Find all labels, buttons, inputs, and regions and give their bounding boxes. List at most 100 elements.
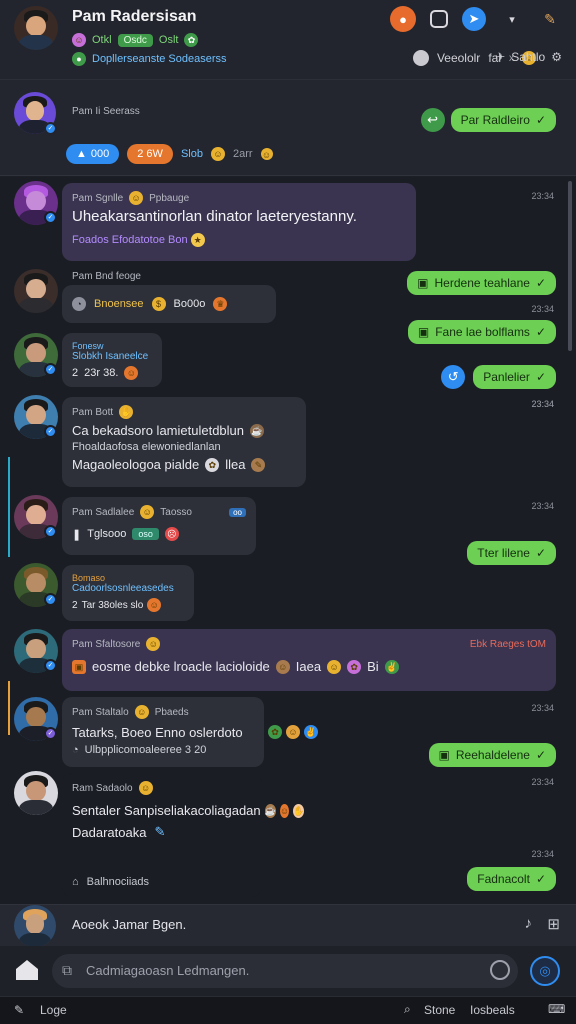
outgoing-bubble[interactable]: ▣ Fane lae bolflams ✓ xyxy=(407,320,556,344)
file-icon: ▣ xyxy=(438,748,450,762)
message-time: 23:34 xyxy=(531,849,554,859)
blue-tag[interactable]: oo xyxy=(229,507,246,517)
profile-icon[interactable]: ● xyxy=(390,6,416,32)
gear-icon[interactable]: ⚙ xyxy=(551,50,562,64)
message-text: ▣ eosme debke lroacle lacioloide ☺ Iaea … xyxy=(72,659,546,674)
message-bubble[interactable]: Pam Sadlalee ☺ Taosso oo ❚ Tglsooo oso ☹ xyxy=(62,497,256,555)
message-bubble[interactable]: Fonesw Slobkh Isaneelce 2 23r 38. ☺ xyxy=(62,333,162,387)
emoji-icon: ☺ xyxy=(134,705,149,719)
emoji-icon: ☺ xyxy=(327,659,342,674)
message-bubble[interactable]: ◔ Bnoensee $ Bo00o ♛ xyxy=(62,285,276,323)
reply-icon[interactable]: ↩ xyxy=(420,108,445,132)
emoji-icon: ☕ xyxy=(250,423,264,438)
timer-icon: ◔ xyxy=(72,297,86,311)
message-bubble[interactable]: Pam Bott ✋ Ca bekadsoro lamietuletdblun ☕ … xyxy=(62,397,306,487)
emoji-icon[interactable]: ✌ xyxy=(304,725,318,739)
message-bubble[interactable]: Ram Sadaolo ☺ Sentaler Sanpiseliakacoliag… xyxy=(62,773,305,897)
verified-icon: ✓ xyxy=(44,525,57,538)
verified-icon: ✓ xyxy=(44,727,57,740)
outgoing-bubble[interactable]: Panlelier ✓ xyxy=(473,365,556,389)
send-button[interactable]: ◎ xyxy=(530,956,560,986)
message-subtext: Slobkh Isaneelce xyxy=(72,351,149,362)
emoji-icon: ☺ xyxy=(275,659,290,674)
pin-icon: ❚ xyxy=(72,528,82,541)
pin-icon[interactable]: ✎ xyxy=(538,7,562,31)
message-subtext: ◔ Ulbpplicomoaleeree 3 20 xyxy=(72,744,207,756)
pinned-pills: ▲ 000 2 6W Slob ☺ 2arr ☺ xyxy=(66,144,273,164)
pin-icon: ⌂ xyxy=(72,876,79,888)
message-bubble[interactable]: Pam Sfaltosore ☺ Ebk Raeges tOM ▣ eosme de… xyxy=(62,629,556,691)
triangle-icon: ▲ xyxy=(76,148,87,160)
message-text: ❚ Tglsooo oso ☹ xyxy=(72,527,246,541)
emoji-icon: ☺ xyxy=(210,147,225,161)
tools-icon[interactable]: ✈ xyxy=(495,50,505,64)
message-time: 23:34 xyxy=(531,399,554,409)
verified-icon: ✓ xyxy=(44,659,57,672)
outgoing-bubble[interactable]: Tter lilene ✓ xyxy=(467,541,556,565)
group-avatar[interactable] xyxy=(14,6,58,50)
outgoing-bubble[interactable]: ▣ Herdene teahlane ✓ xyxy=(407,271,556,295)
pen-icon[interactable]: ✎ xyxy=(14,1003,24,1017)
user-label: Veeololr xyxy=(436,51,481,65)
message-bubble[interactable]: Pam Sgnlle ☺ Ppbauge Uheakarsantinorlan di… xyxy=(62,183,416,261)
reply-icon[interactable]: ↺ xyxy=(441,365,466,389)
emoji-icon: ☺ xyxy=(146,637,161,651)
keyboard-icon[interactable]: ⌨ xyxy=(548,1002,565,1016)
emoji-icon[interactable]: ☺ xyxy=(286,725,300,739)
pinned-sender: Pam Ii Seerass xyxy=(72,106,140,117)
message-input[interactable]: Cadmiagaoasn Ledmangen. xyxy=(52,954,518,988)
search-icon[interactable]: ⌕ xyxy=(404,1002,411,1017)
emoji-icon: ✌ xyxy=(384,659,399,674)
pill-orange[interactable]: 2 6W xyxy=(127,144,173,164)
thread-line xyxy=(8,681,10,735)
mic-icon[interactable]: ♪ xyxy=(525,915,533,932)
message-subtext: Fhoaldaofosa elewoniedlanlan xyxy=(72,441,221,453)
message-sender: Ram Sadaolo ☺ xyxy=(72,781,252,795)
avatar[interactable] xyxy=(14,771,58,815)
reply-bar[interactable]: Aoeok Jamar Bgen. ♪ ⊞ xyxy=(0,904,576,947)
status-bar: ✎ Loge ⌕ Stone Iosbeals ⌨ xyxy=(0,996,576,1024)
outgoing-row: ↺ Panlelier ✓ xyxy=(441,365,556,389)
pinned-reply[interactable]: ↩ Par Raldleiro ✓ xyxy=(420,108,556,132)
avatar[interactable] xyxy=(14,269,58,313)
grid-icon[interactable]: ⊞ xyxy=(547,915,560,933)
file-icon: ▣ xyxy=(417,325,430,339)
attach-icon[interactable]: ⧉ xyxy=(62,962,72,979)
message-meta-row: 2 23r 38. ☺ xyxy=(72,366,152,380)
status-tag[interactable]: Osdc xyxy=(117,33,153,47)
outgoing-bubble[interactable]: ▣ Reehaldelene ✓ xyxy=(428,743,556,767)
pen-icon: ✎ xyxy=(154,824,166,839)
message-time: 23:34 xyxy=(531,191,554,201)
user-avatar-icon[interactable] xyxy=(412,50,429,66)
pill-blue[interactable]: ▲ 000 xyxy=(66,144,120,164)
badge-icon: ♛ xyxy=(213,297,228,311)
record-icon[interactable] xyxy=(490,960,510,980)
chat-header: Pam Radersisan ☺ Otkl Osdc Oslt ✿ ● Dopl… xyxy=(0,0,576,80)
home-icon[interactable] xyxy=(16,960,38,980)
message-text: Sentaler Sanpiseliakacoliagadan ☕ ☺ ✋ xyxy=(72,803,305,818)
emoji-icon: ✿ xyxy=(347,659,362,674)
pill-text-2: 2arr xyxy=(232,148,253,160)
emoji-icon: ✎ xyxy=(251,457,266,472)
message-footer[interactable]: ⌂ Balhnociiads xyxy=(72,876,252,888)
message-text: Bnoensee xyxy=(94,298,144,310)
scrollbar[interactable] xyxy=(568,181,572,351)
message-time: 23:34 xyxy=(531,777,554,787)
header-settings: ✈ Sahtlo ⚙ xyxy=(495,50,562,64)
emoji-icon: ☺ xyxy=(260,148,273,160)
pinned-out-bubble[interactable]: Par Raldleiro ✓ xyxy=(450,108,556,132)
outgoing-bubble[interactable]: Fadnacolt ✓ xyxy=(467,867,556,891)
header-subtitle: Dopllerseanste Sodeaserss xyxy=(92,53,227,65)
message-list[interactable]: ✓ Pam Sgnlle ☺ Ppbauge Uheakarsantinorlan … xyxy=(0,177,576,904)
message-bubble[interactable]: Pam Staltalo ☺ Pbaeds Tatarks, Boeo Enno o… xyxy=(62,697,264,767)
message-sender: Pam Sgnlle ☺ Ppbauge xyxy=(72,191,406,205)
message-meta-row: 2 Tar 38oles slo ☺ xyxy=(72,598,184,612)
send-icon[interactable]: ➤ xyxy=(462,7,486,31)
video-call-icon[interactable] xyxy=(430,10,448,28)
leaf-icon[interactable]: ✿ xyxy=(268,725,282,739)
chevron-down-icon[interactable]: ▾ xyxy=(500,7,524,31)
emoji-icon: ✿ xyxy=(205,457,220,472)
green-tag[interactable]: oso xyxy=(132,528,159,540)
message-bubble[interactable]: Bomaso Cadoorlsosnleeasedes 2 Tar 38oles … xyxy=(62,565,194,621)
reply-avatar[interactable] xyxy=(14,905,56,947)
